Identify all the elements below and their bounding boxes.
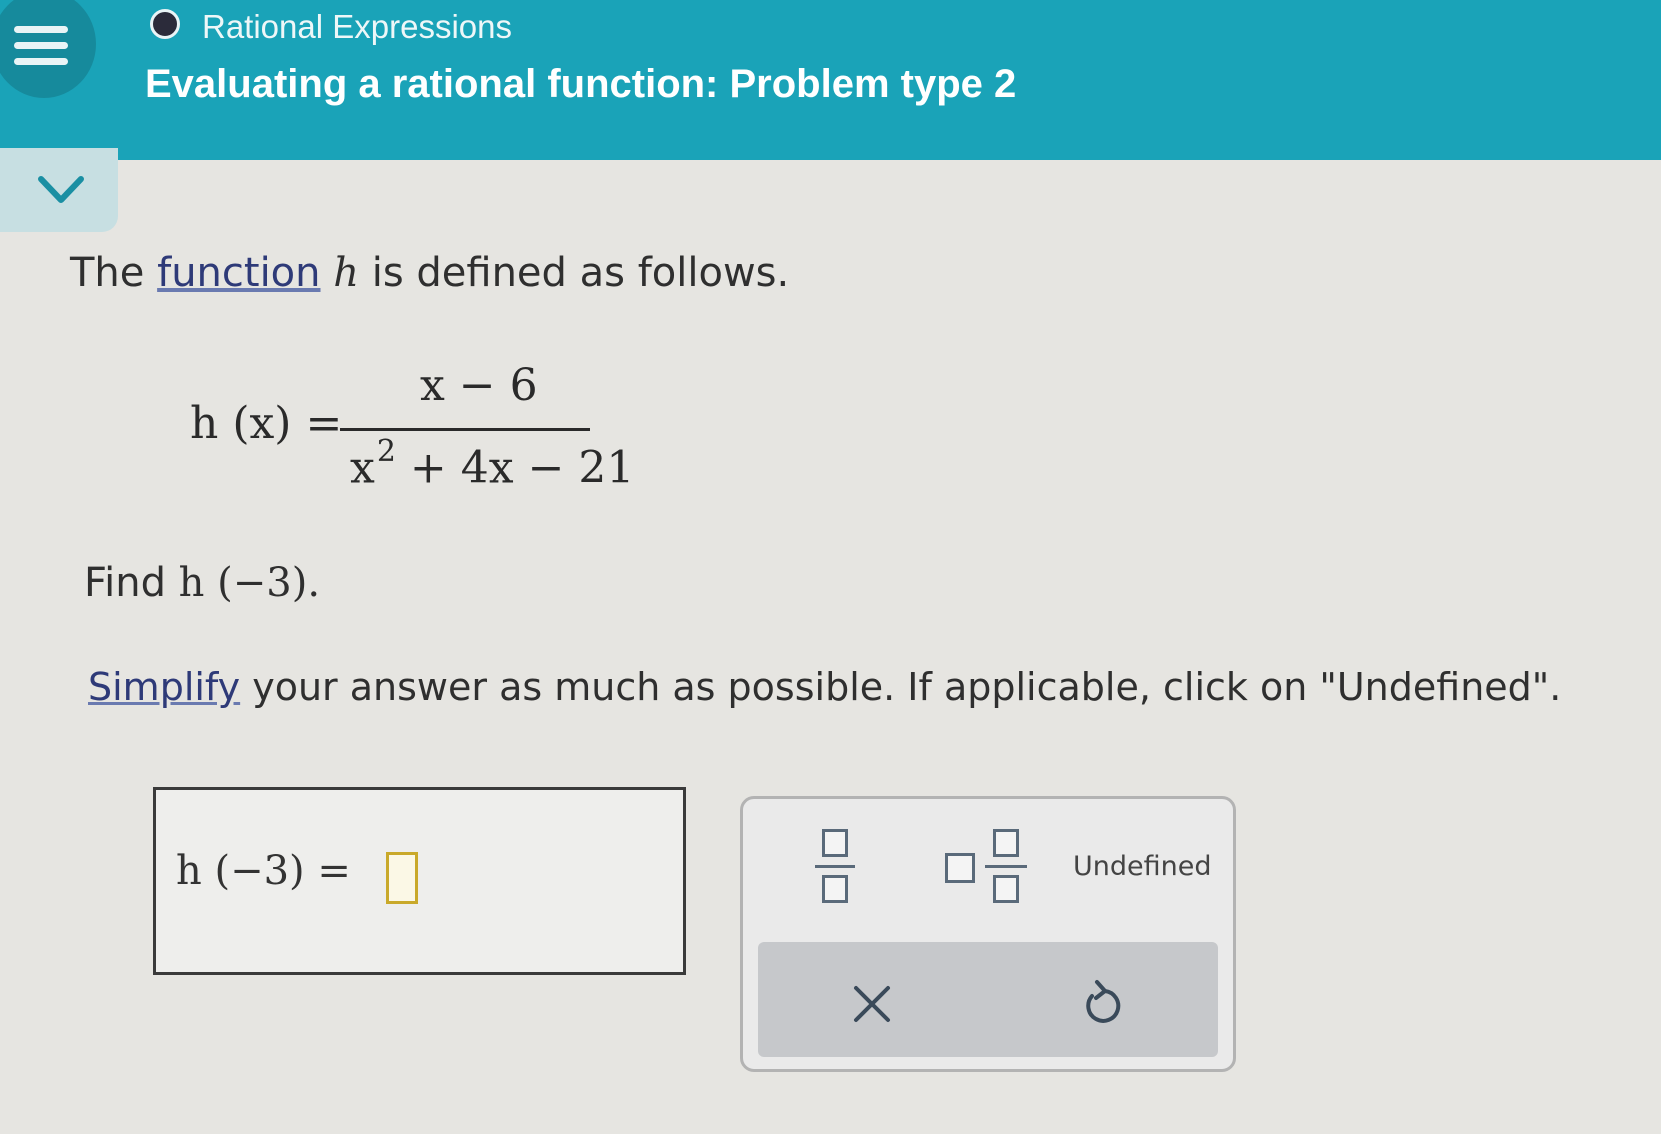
action-bar bbox=[758, 942, 1218, 1057]
menu-icon bbox=[14, 26, 68, 33]
fraction-button[interactable] bbox=[815, 829, 855, 907]
equation-numerator: x − 6 bbox=[420, 360, 538, 411]
mixed-number-icon bbox=[945, 853, 975, 883]
fraction-icon-den bbox=[822, 875, 848, 903]
equation-denominator: x2 + 4x − 21 bbox=[350, 434, 635, 494]
mixed-icon-den bbox=[993, 875, 1019, 903]
intro-text-end: is defined as follows. bbox=[359, 250, 790, 296]
header-bar: Rational Expressions Evaluating a ration… bbox=[0, 0, 1661, 160]
fraction-bar bbox=[340, 428, 590, 431]
menu-icon-bar bbox=[14, 58, 68, 65]
answer-box: h (−3) = bbox=[153, 787, 686, 975]
find-prompt: Find h (−3). bbox=[84, 560, 320, 606]
den-x: x bbox=[350, 442, 375, 494]
problem-intro: The function h is defined as follows. bbox=[70, 250, 789, 296]
page-title: Evaluating a rational function: Problem … bbox=[145, 62, 1017, 106]
function-link[interactable]: function bbox=[157, 250, 320, 296]
undefined-button[interactable]: Undefined bbox=[1073, 851, 1212, 882]
fraction-icon-bar bbox=[815, 865, 855, 868]
answer-input[interactable] bbox=[386, 852, 418, 904]
undo-icon bbox=[1086, 980, 1121, 1023]
collapse-button[interactable] bbox=[0, 148, 118, 232]
mixed-icon-num bbox=[993, 829, 1019, 857]
undo-button[interactable] bbox=[1078, 978, 1126, 1028]
instruction-text: Simplify your answer as much as possible… bbox=[88, 665, 1561, 709]
equation-lhs: h (x) = bbox=[190, 398, 343, 449]
topic-label: Rational Expressions bbox=[202, 8, 512, 45]
function-variable: h bbox=[333, 250, 359, 296]
simplify-link[interactable]: Simplify bbox=[88, 665, 240, 709]
find-expression: h (−3). bbox=[178, 560, 321, 606]
den-exponent: 2 bbox=[376, 434, 396, 469]
chevron-down-icon bbox=[38, 176, 84, 203]
menu-icon-bar bbox=[14, 42, 68, 49]
answer-expression: h (−3) = bbox=[176, 848, 351, 894]
instruction-rest: your answer as much as possible. If appl… bbox=[240, 665, 1562, 709]
intro-text: The bbox=[70, 250, 158, 296]
math-keypad: Undefined bbox=[740, 796, 1236, 1072]
topic-progress-icon bbox=[150, 9, 180, 39]
mixed-icon-bar bbox=[985, 865, 1027, 868]
clear-button[interactable] bbox=[848, 980, 896, 1028]
menu-button[interactable] bbox=[0, 0, 96, 98]
mixed-number-button[interactable] bbox=[945, 829, 1029, 907]
find-label: Find bbox=[84, 560, 179, 606]
close-icon bbox=[854, 986, 890, 1022]
den-rest: + 4x − 21 bbox=[409, 442, 635, 494]
function-equation: h (x) = x − 6 x2 + 4x − 21 bbox=[190, 360, 634, 510]
fraction-icon bbox=[822, 829, 848, 857]
